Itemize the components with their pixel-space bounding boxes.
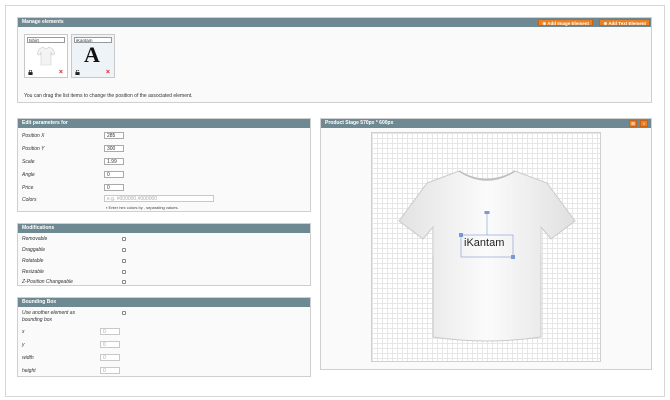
lock-icon[interactable] — [28, 70, 33, 75]
edit-parameters-title: Edit parameters for — [22, 120, 68, 126]
bbox-x-input[interactable]: 0 — [100, 328, 120, 335]
info-icon[interactable]: ! — [640, 120, 648, 127]
manage-elements-panel: Manage elements ⊕ Add Image Element ⊕ Ad… — [17, 17, 652, 103]
colors-input[interactable]: e.g. #000000,#000000 — [104, 195, 214, 202]
toggle-grid-icon[interactable]: ⊟ — [629, 120, 637, 127]
price-input[interactable]: 0 — [104, 184, 124, 191]
modifications-panel: Modifications Removable Draggable Rotata… — [17, 223, 311, 286]
removable-checkbox[interactable] — [122, 237, 126, 241]
resizable-label: Resizable — [22, 269, 44, 275]
add-image-element-button[interactable]: ⊕ Add Image Element — [538, 19, 593, 26]
position-x-input[interactable]: 285 — [104, 132, 124, 139]
bbox-width-label: width — [22, 355, 34, 361]
scale-input[interactable]: 1.99 — [104, 158, 124, 165]
position-y-input[interactable]: 300 — [104, 145, 124, 152]
angle-input[interactable]: 0 — [104, 171, 124, 178]
z-position-checkbox[interactable] — [122, 280, 126, 284]
manage-elements-title: Manage elements — [22, 19, 64, 25]
element-name-input[interactable]: tshirt — [27, 37, 65, 43]
add-text-element-button[interactable]: ⊕ Add Text Element — [599, 19, 650, 26]
price-label: Price — [22, 185, 34, 191]
position-y-label: Position Y — [22, 146, 45, 152]
scale-label: Scale — [22, 159, 35, 165]
colors-hint-text: Enter hex colors by , separating values. — [108, 205, 179, 210]
use-other-element-checkbox[interactable] — [122, 311, 126, 315]
bbox-y-input[interactable]: 0 — [100, 341, 120, 348]
bbox-width-input[interactable]: 0 — [100, 354, 120, 361]
element-card-ikantam[interactable]: iKantam A × — [71, 34, 115, 78]
bounding-box-panel: Bounding Box Use another element as boun… — [17, 297, 311, 377]
use-other-element-label: Use another element as bounding box — [22, 310, 76, 323]
manage-elements-header: Manage elements ⊕ Add Image Element ⊕ Ad… — [18, 18, 651, 27]
bbox-height-input[interactable]: 0 — [100, 367, 120, 374]
stage-text-element[interactable]: iKantam — [464, 237, 504, 249]
position-x-label: Position X — [22, 133, 45, 139]
modifications-title: Modifications — [22, 225, 55, 231]
rotatable-checkbox[interactable] — [122, 259, 126, 263]
product-stage-title: Product Stage 570px * 600px — [325, 120, 394, 126]
bounding-box-header: Bounding Box — [18, 298, 310, 307]
drag-hint: You can drag the list items to change th… — [24, 93, 193, 99]
element-card-tshirt[interactable]: tshirt × — [24, 34, 68, 78]
add-image-element-label: Add Image Element — [547, 21, 589, 26]
removable-label: Removable — [22, 236, 48, 242]
bbox-y-label: y — [22, 342, 25, 348]
product-stage-header: Product Stage 570px * 600px ⊟ ! — [321, 119, 651, 128]
text-element-glyph: A — [84, 42, 100, 67]
unlock-icon[interactable] — [75, 70, 80, 75]
resizable-checkbox[interactable] — [122, 270, 126, 274]
bounding-box-title: Bounding Box — [22, 299, 57, 305]
draggable-checkbox[interactable] — [122, 248, 126, 252]
modifications-header: Modifications — [18, 224, 310, 233]
bbox-x-label: x — [22, 329, 25, 335]
product-stage-canvas[interactable]: iKantam — [371, 132, 601, 362]
product-stage-panel: Product Stage 570px * 600px ⊟ ! iKantam — [320, 118, 652, 370]
edit-parameters-panel: Edit parameters for Position X 285 Posit… — [17, 118, 311, 212]
colors-hint: ▪ Enter hex colors by , separating value… — [106, 205, 179, 210]
draggable-label: Draggable — [22, 247, 46, 253]
z-position-label: Z-Position Changeable — [22, 279, 73, 285]
tshirt-thumbnail-icon — [37, 46, 55, 66]
delete-icon[interactable]: × — [59, 69, 63, 76]
delete-icon[interactable]: × — [106, 69, 110, 76]
rotatable-label: Rotatable — [22, 258, 44, 264]
bbox-height-label: height — [22, 368, 36, 374]
add-text-element-label: Add Text Element — [608, 21, 646, 26]
colors-label: Colors — [22, 197, 37, 203]
edit-parameters-header: Edit parameters for — [18, 119, 310, 128]
angle-label: Angle — [22, 172, 35, 178]
